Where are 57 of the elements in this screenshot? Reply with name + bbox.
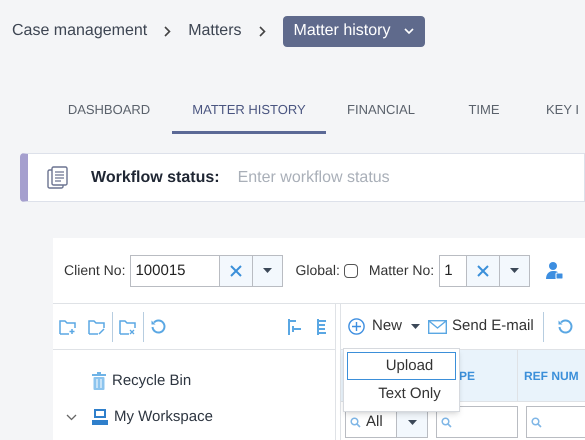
delete-folder-icon[interactable] xyxy=(119,318,137,334)
tab[interactable]: KEY I xyxy=(532,88,580,134)
collapse-all-icon[interactable] xyxy=(288,318,302,334)
breadcrumb-link[interactable]: Case management xyxy=(12,19,148,43)
breadcrumb-link[interactable]: Matters xyxy=(188,19,242,43)
chevron-right-icon xyxy=(164,26,172,36)
input-field[interactable]: 100015 xyxy=(130,254,220,286)
add-circle-icon xyxy=(348,318,365,335)
search-icon xyxy=(441,416,452,428)
caret-icon xyxy=(263,268,272,273)
refresh-icon[interactable] xyxy=(150,318,167,335)
trash-icon xyxy=(92,372,106,390)
edit-folder-icon[interactable] xyxy=(88,318,106,334)
search-icon xyxy=(531,416,542,428)
menu-item[interactable]: Text Only xyxy=(347,380,456,408)
tree-item-label: My Workspace xyxy=(114,406,213,427)
tab[interactable]: TIME xyxy=(436,88,532,134)
client-no-label: Client No: xyxy=(64,261,126,280)
refresh-icon[interactable] xyxy=(556,318,574,335)
input-field[interactable]: 1 xyxy=(439,254,468,286)
workflow-status-card[interactable]: Workflow status: Enter workflow status xyxy=(20,153,585,202)
clear-button[interactable] xyxy=(220,254,252,286)
breadcrumb-dropdown[interactable]: Matter history xyxy=(282,16,426,46)
global-checkbox[interactable] xyxy=(344,264,358,278)
tree-item-label: Recycle Bin xyxy=(112,370,192,391)
dropdown-button[interactable] xyxy=(499,254,530,286)
caret-icon xyxy=(411,324,420,329)
tab[interactable]: MATTER HISTORY xyxy=(172,88,326,134)
clear-icon xyxy=(230,264,242,276)
chevron-right-icon xyxy=(258,26,266,36)
matter-no-label: Matter No: xyxy=(368,261,434,280)
filter-field[interactable] xyxy=(526,406,585,438)
tab[interactable]: FINANCIAL xyxy=(326,88,436,134)
dropdown-button[interactable] xyxy=(252,254,284,286)
user-lock-icon[interactable] xyxy=(546,261,564,280)
workflow-label: Workflow status: xyxy=(91,168,220,188)
tab[interactable]: DASHBOARD xyxy=(46,88,172,134)
search-icon xyxy=(350,416,361,428)
global-label: Global: xyxy=(295,261,340,280)
tree-item[interactable]: My Workspace xyxy=(53,399,335,435)
new-folder-icon[interactable] xyxy=(59,318,77,334)
workspace-icon xyxy=(92,409,108,425)
clear-button[interactable] xyxy=(467,254,500,286)
filter-value: All xyxy=(366,412,383,432)
menu-item[interactable]: Upload xyxy=(347,352,456,380)
envelope-icon xyxy=(428,320,448,334)
caret-icon xyxy=(510,268,520,273)
tree-item[interactable]: Recycle Bin xyxy=(53,363,335,399)
send-email-button[interactable]: Send E-mail xyxy=(428,315,534,338)
clear-icon xyxy=(477,264,490,276)
caret-icon xyxy=(408,420,416,424)
chevron-down-icon[interactable] xyxy=(66,414,77,420)
document-icon xyxy=(47,166,69,189)
workflow-status-field[interactable]: Enter workflow status xyxy=(238,166,584,190)
expand-all-icon[interactable] xyxy=(317,318,327,334)
new-button[interactable]: New xyxy=(348,315,420,338)
chevron-down-icon xyxy=(404,28,414,34)
